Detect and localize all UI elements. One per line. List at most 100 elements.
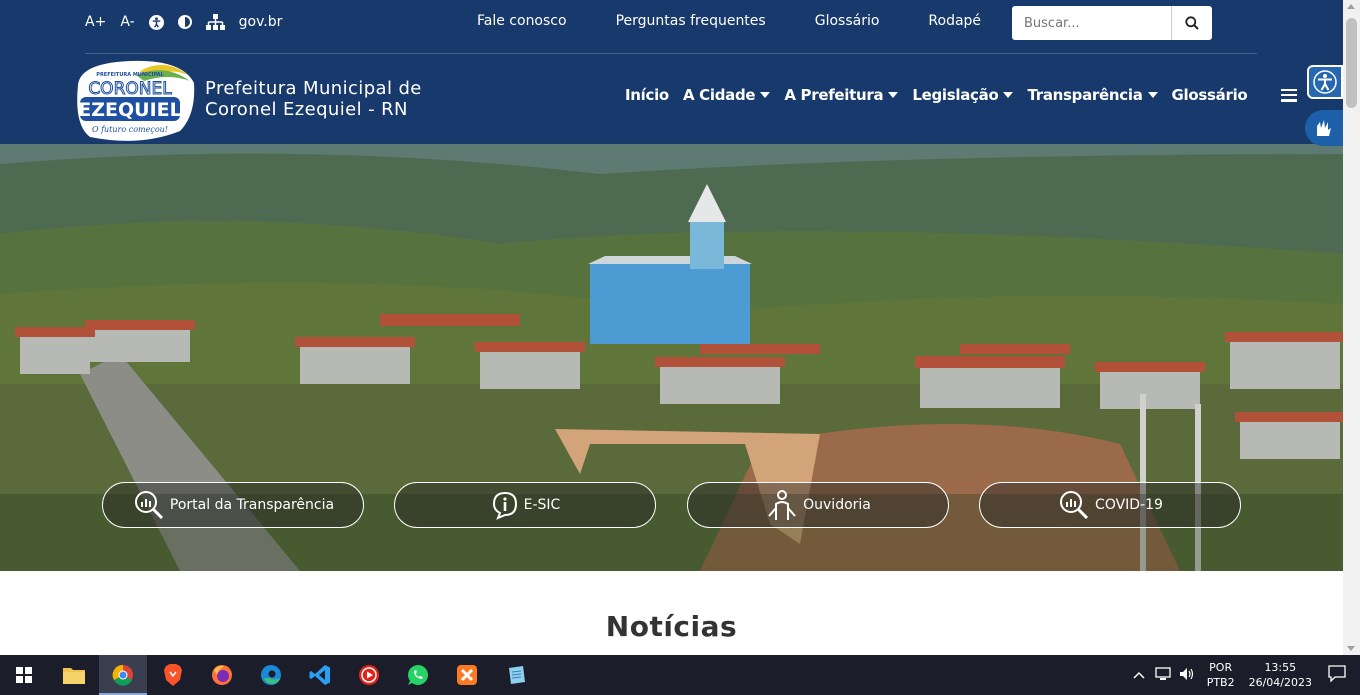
brand-title: Prefeitura Municipal de Coronel Ezequiel… <box>205 78 422 120</box>
quick-link-label: COVID-19 <box>1095 497 1163 513</box>
brave-taskbar-button[interactable] <box>149 655 197 695</box>
logo-tagline-text: O futuro começou! <box>92 125 168 134</box>
firefox-icon <box>212 665 232 685</box>
govbr-link[interactable]: gov.br <box>239 14 283 30</box>
top-link-perguntas-frequentes[interactable]: Perguntas frequentes <box>616 13 766 29</box>
magnifier-chart-icon <box>134 491 163 520</box>
windows-logo-icon <box>16 667 32 683</box>
libras-widget-button[interactable] <box>1305 110 1343 146</box>
xampp-icon <box>457 665 477 685</box>
sitemap-icon[interactable] <box>205 14 225 30</box>
site-header: A+ A- gov.br Fale conosco Perguntas freq… <box>0 0 1343 144</box>
brand-title-line2: Coronel Ezequiel - RN <box>205 99 408 120</box>
edge-taskbar-button[interactable] <box>247 655 295 695</box>
top-bar: A+ A- gov.br Fale conosco Perguntas freq… <box>85 0 1257 54</box>
quick-link-label: E-SIC <box>523 497 561 513</box>
nav-label: Legislação <box>912 86 999 104</box>
search-icon <box>1185 16 1199 30</box>
play-circle-icon <box>359 665 379 685</box>
logo-ezequiel-text: EZEQUIEL <box>78 99 181 121</box>
ouvidoria-button[interactable]: Ouvidoria <box>687 482 949 528</box>
nav-transparencia[interactable]: Transparência <box>1027 86 1158 104</box>
top-links: Fale conosco Perguntas frequentes Glossá… <box>477 13 981 29</box>
vscode-taskbar-button[interactable] <box>296 655 344 695</box>
top-link-glossario[interactable]: Glossário <box>815 13 880 29</box>
decrease-font-button[interactable]: A- <box>120 14 134 30</box>
notifications-icon[interactable] <box>1328 665 1346 685</box>
xampp-taskbar-button[interactable] <box>443 655 491 695</box>
search-box <box>1012 6 1212 40</box>
notepad-icon <box>509 666 525 684</box>
clock-date: 26/04/2023 <box>1248 676 1312 689</box>
increase-font-button[interactable]: A+ <box>85 14 106 30</box>
portal-transparencia-button[interactable]: Portal da Transparência <box>102 482 364 528</box>
accessibility-toolbar: A+ A- gov.br <box>85 14 282 30</box>
browser-viewport: A+ A- gov.br Fale conosco Perguntas freq… <box>0 0 1343 655</box>
nav-label: Início <box>625 86 669 104</box>
caret-down-icon <box>888 92 899 98</box>
accessibility-icon[interactable] <box>148 14 164 30</box>
quick-link-label: Ouvidoria <box>803 497 871 513</box>
system-tray: POR PTB2 13:55 26/04/2023 <box>1133 655 1360 695</box>
start-button[interactable] <box>0 655 48 695</box>
nav-inicio[interactable]: Início <box>625 86 669 104</box>
input-language-indicator[interactable]: POR PTB2 <box>1207 660 1235 690</box>
clock[interactable]: 13:55 26/04/2023 <box>1249 660 1312 690</box>
info-bubble-icon <box>492 491 517 520</box>
nav-glossario[interactable]: Glossário <box>1172 86 1248 104</box>
nav-a-cidade[interactable]: A Cidade <box>682 86 771 104</box>
brave-lion-icon <box>164 664 182 686</box>
edge-icon <box>261 665 281 685</box>
news-section-title: Notícias <box>605 610 738 643</box>
clock-time: 13:55 <box>1264 661 1297 674</box>
nav-legislacao[interactable]: Legislação <box>912 86 1014 104</box>
scroll-up-icon[interactable] <box>1347 4 1355 9</box>
chrome-taskbar-button[interactable] <box>99 655 147 695</box>
whatsapp-taskbar-button[interactable] <box>394 655 442 695</box>
accessibility-person-icon <box>1313 70 1337 94</box>
vscode-icon <box>309 665 330 685</box>
notepad-taskbar-button[interactable] <box>492 655 540 695</box>
nav-label: Glossário <box>1171 86 1248 104</box>
firefox-taskbar-button[interactable] <box>198 655 246 695</box>
volume-icon[interactable] <box>1179 667 1195 684</box>
search-input[interactable] <box>1012 6 1172 40</box>
caret-down-icon <box>1003 92 1014 98</box>
quick-link-label: Portal da Transparência <box>169 497 335 513</box>
scrollbar-thumb[interactable] <box>1346 18 1357 108</box>
show-hidden-icons-chevron-icon[interactable] <box>1133 669 1145 682</box>
esic-button[interactable]: E-SIC <box>394 482 656 528</box>
nav-label: Transparência <box>1027 86 1143 104</box>
file-explorer-taskbar-button[interactable] <box>50 655 98 695</box>
chrome-icon <box>112 664 133 686</box>
hamburger-menu-icon[interactable] <box>1281 88 1298 102</box>
top-link-rodape[interactable]: Rodapé <box>928 13 981 29</box>
scroll-down-icon[interactable] <box>1347 646 1355 651</box>
search-button[interactable] <box>1172 6 1212 40</box>
accessibility-widget-button[interactable] <box>1307 65 1343 99</box>
contrast-icon[interactable] <box>177 15 192 29</box>
covid-19-button[interactable]: COVID-19 <box>979 482 1241 528</box>
logo-small-text: PREFEITURA MUNICIPAL <box>96 72 164 78</box>
main-nav: Início A Cidade A Prefeitura Legislação … <box>625 86 1298 104</box>
language-code: POR <box>1209 661 1233 674</box>
whatsapp-icon <box>408 665 428 685</box>
windows-taskbar: POR PTB2 13:55 26/04/2023 <box>0 655 1360 695</box>
network-icon[interactable] <box>1155 666 1171 684</box>
person-speaking-icon <box>768 490 796 520</box>
caret-down-icon <box>760 92 771 98</box>
hero-banner: Portal da Transparência E-SIC Ouvidoria … <box>0 144 1343 571</box>
nav-label: A Cidade <box>682 86 756 104</box>
sign-language-hands-icon <box>1317 120 1331 136</box>
nav-label: A Prefeitura <box>784 86 884 104</box>
magnifier-chart-icon <box>1060 491 1089 520</box>
city-logo: PREFEITURA MUNICIPAL CORONEL EZEQUIEL O … <box>70 55 200 143</box>
page-scrollbar[interactable] <box>1343 0 1360 655</box>
caret-down-icon <box>1147 92 1158 98</box>
nav-a-prefeitura[interactable]: A Prefeitura <box>784 86 899 104</box>
brand[interactable]: PREFEITURA MUNICIPAL CORONEL EZEQUIEL O … <box>70 54 422 144</box>
folder-icon <box>63 668 85 684</box>
top-link-fale-conosco[interactable]: Fale conosco <box>477 13 567 29</box>
logo-coronel-text: CORONEL <box>88 79 172 99</box>
media-player-taskbar-button[interactable] <box>345 655 393 695</box>
